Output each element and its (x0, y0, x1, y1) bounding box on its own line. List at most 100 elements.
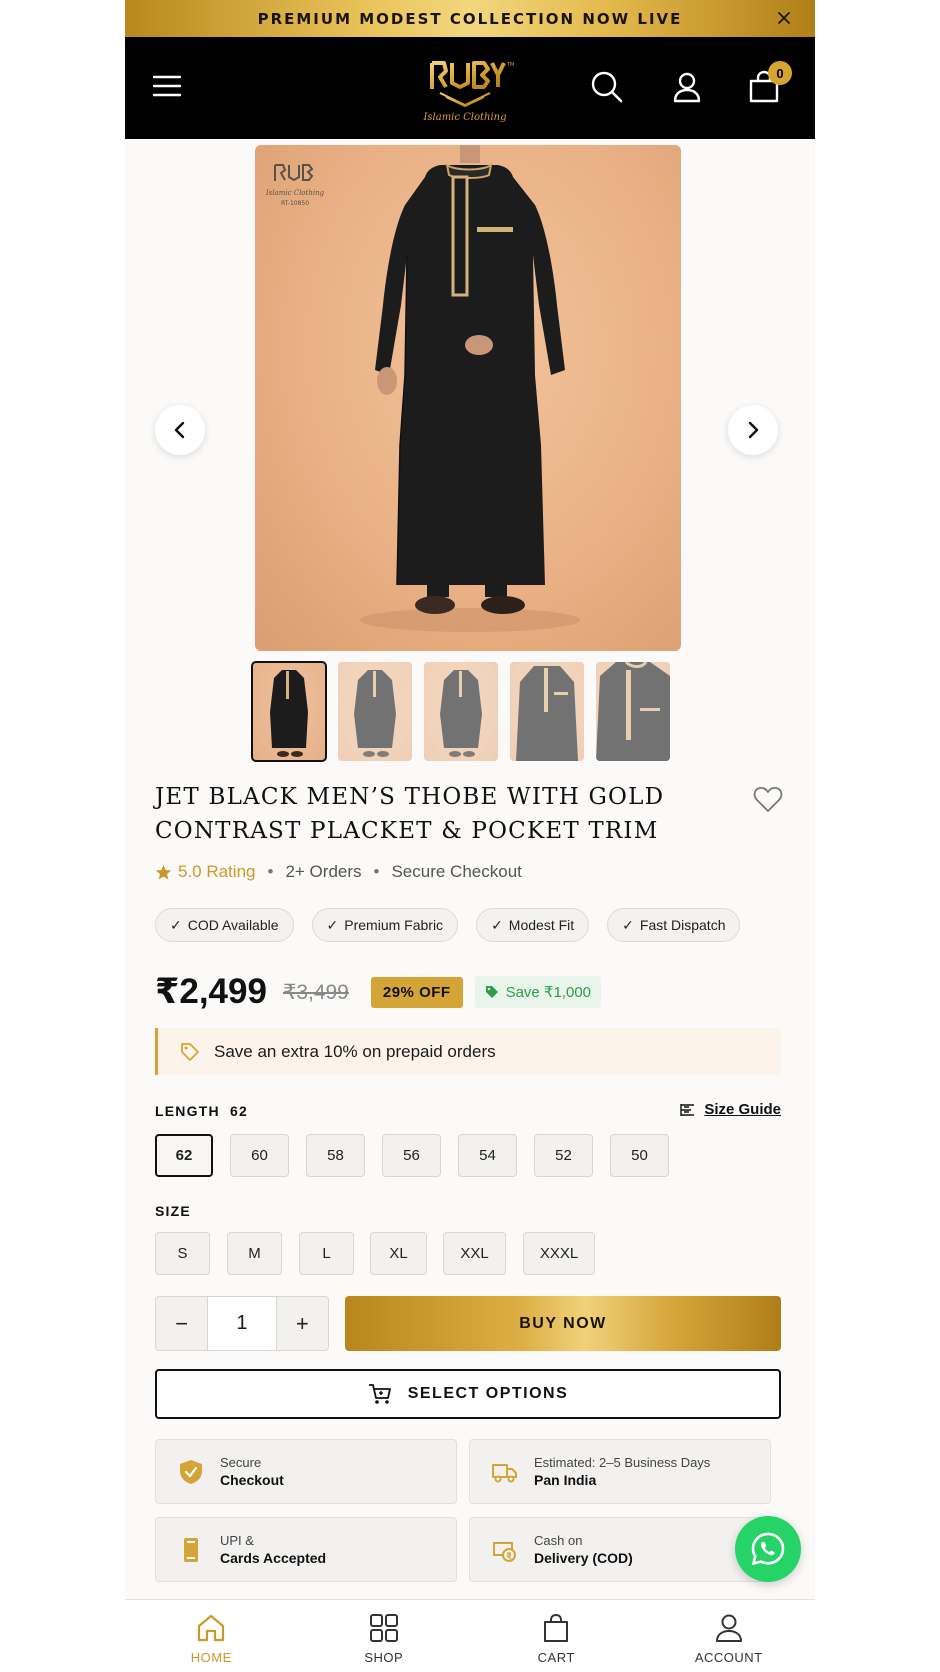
whatsapp-chat-button[interactable] (735, 1516, 801, 1582)
bag-icon (544, 1613, 569, 1642)
size-option-l[interactable]: L (299, 1232, 354, 1275)
separator-dot: • (373, 862, 380, 881)
product-photo: Islamic Clothing RT-10850 (265, 145, 580, 632)
thumbnail-5[interactable] (596, 662, 670, 761)
check-icon: ✓ (622, 916, 634, 933)
chevron-right-icon (748, 421, 759, 439)
cart-icon (368, 1384, 391, 1404)
select-options-button[interactable]: SELECT OPTIONS (155, 1369, 781, 1419)
price-row: ₹2,499 ₹3,499 29% OFF Save ₹1,000 (155, 966, 601, 1018)
home-icon (198, 1614, 225, 1642)
thumbnail-2[interactable] (338, 662, 412, 761)
original-price: ₹3,499 (282, 980, 349, 1004)
svg-text:Islamic Clothing: Islamic Clothing (265, 189, 325, 197)
logo-tagline: Islamic Clothing (422, 112, 506, 123)
quantity-decrease-button[interactable]: − (156, 1297, 207, 1350)
size-option-xl[interactable]: XL (370, 1232, 427, 1275)
svg-text:TM: TM (506, 62, 514, 68)
length-option-50[interactable]: 50 (610, 1134, 669, 1177)
quantity-value[interactable]: 1 (207, 1297, 277, 1350)
size-guide-link[interactable]: Size Guide (680, 1101, 781, 1118)
product-main-image[interactable]: Islamic Clothing RT-10850 (255, 145, 681, 651)
secure-checkout-text: Secure Checkout (391, 862, 522, 881)
feature-chips: ✓ COD Available ✓ Premium Fabric ✓ Modest F… (155, 908, 741, 942)
star-icon (155, 864, 172, 879)
nav-cart[interactable]: CART (470, 1600, 643, 1672)
gallery-prev-button[interactable] (155, 405, 205, 455)
grid-icon (369, 1614, 398, 1642)
size-option-s[interactable]: S (155, 1232, 210, 1275)
nav-shop[interactable]: SHOP (298, 1600, 471, 1672)
user-icon (715, 1614, 742, 1642)
size-label: SIZE (155, 1203, 191, 1219)
chip-modest-fit: ✓ Modest Fit (476, 908, 590, 942)
length-option-58[interactable]: 58 (306, 1134, 365, 1177)
savings-badge: Save ₹1,000 (474, 976, 601, 1008)
truck-icon (492, 1463, 517, 1482)
size-option-m[interactable]: M (227, 1232, 282, 1275)
heart-icon[interactable] (753, 785, 783, 813)
prepaid-offer-text: Save an extra 10% on prepaid orders (214, 1041, 496, 1061)
buy-now-button[interactable]: BUY NOW (345, 1296, 781, 1351)
thumbnail-1[interactable] (251, 661, 327, 762)
bottom-navigation: HOME SHOP CART ACCOUNT (125, 1599, 815, 1672)
gallery-next-button[interactable] (728, 405, 778, 455)
shield-check-icon (180, 1459, 202, 1484)
length-option-56[interactable]: 56 (382, 1134, 441, 1177)
search-icon[interactable] (590, 70, 624, 104)
orders-text: 2+ Orders (285, 862, 362, 881)
announcement-bar: PREMIUM MODEST COLLECTION NOW LIVE (125, 0, 815, 37)
size-option-xxxl[interactable]: XXXL (523, 1232, 595, 1275)
check-icon: ✓ (170, 916, 182, 933)
chip-premium-fabric: ✓ Premium Fabric (311, 908, 459, 942)
length-option-52[interactable]: 52 (534, 1134, 593, 1177)
length-options: 62 60 58 56 54 52 50 (155, 1134, 669, 1177)
chip-fast-dispatch: ✓ Fast Dispatch (607, 908, 741, 942)
separator-dot: • (267, 862, 274, 881)
sale-price: ₹2,499 (155, 972, 267, 1011)
card-icon (184, 1537, 198, 1562)
chip-cod: ✓ COD Available (155, 908, 294, 942)
thumbnail-4[interactable] (510, 662, 584, 761)
check-icon: ✓ (326, 916, 339, 933)
discount-badge: 29% OFF (370, 976, 463, 1008)
ruby-logo[interactable]: TM Islamic Clothing (410, 53, 520, 127)
ruler-icon (680, 1103, 695, 1116)
cash-icon (493, 1541, 516, 1562)
length-option-62[interactable]: 62 (155, 1134, 213, 1177)
whatsapp-icon (751, 1532, 785, 1566)
chevron-left-icon (174, 421, 185, 439)
site-header: TM Islamic Clothing 0 (125, 37, 815, 139)
close-icon[interactable] (775, 9, 793, 27)
feature-secure-checkout: Secure Checkout (155, 1439, 457, 1504)
nav-home[interactable]: HOME (125, 1600, 298, 1672)
watermark-logo: Islamic Clothing RT-10850 (265, 164, 325, 207)
tag-icon (485, 986, 498, 998)
prepaid-offer-banner: Save an extra 10% on prepaid orders (155, 1028, 781, 1075)
length-selected: 62 (229, 1103, 248, 1119)
product-meta: 5.0 Rating • 2+ Orders • Secure Checkout (155, 862, 522, 882)
menu-icon[interactable] (153, 74, 181, 98)
thumbnail-strip (251, 661, 670, 762)
quantity-stepper: − 1 + (155, 1296, 329, 1351)
length-label: LENGTH 62 (155, 1103, 248, 1119)
nav-account[interactable]: ACCOUNT (643, 1600, 816, 1672)
length-option-54[interactable]: 54 (458, 1134, 517, 1177)
cart-count-badge: 0 (768, 61, 792, 85)
rating-text: 5.0 Rating (178, 862, 256, 881)
tag-icon (181, 1042, 199, 1061)
feature-upi-cards: UPI & Cards Accepted (155, 1517, 457, 1582)
length-option-60[interactable]: 60 (230, 1134, 289, 1177)
check-icon: ✓ (491, 916, 503, 933)
size-options: S M L XL XXL XXXL (155, 1232, 595, 1275)
feature-cod: Cash on Delivery (COD) (469, 1517, 771, 1582)
watermark-code: RT-10850 (281, 200, 309, 207)
thumbnail-3[interactable] (424, 662, 498, 761)
size-option-xxl[interactable]: XXL (443, 1232, 506, 1275)
quantity-increase-button[interactable]: + (277, 1297, 328, 1350)
user-icon[interactable] (670, 70, 704, 104)
feature-delivery-estimate: Estimated: 2–5 Business Days Pan India (469, 1439, 771, 1504)
product-page: PREMIUM MODEST COLLECTION NOW LIVE TM Is… (125, 0, 815, 1672)
announcement-text: PREMIUM MODEST COLLECTION NOW LIVE (257, 9, 683, 28)
product-title: JET BLACK MEN’S THOBE WITH GOLD CONTRAST… (155, 784, 665, 844)
